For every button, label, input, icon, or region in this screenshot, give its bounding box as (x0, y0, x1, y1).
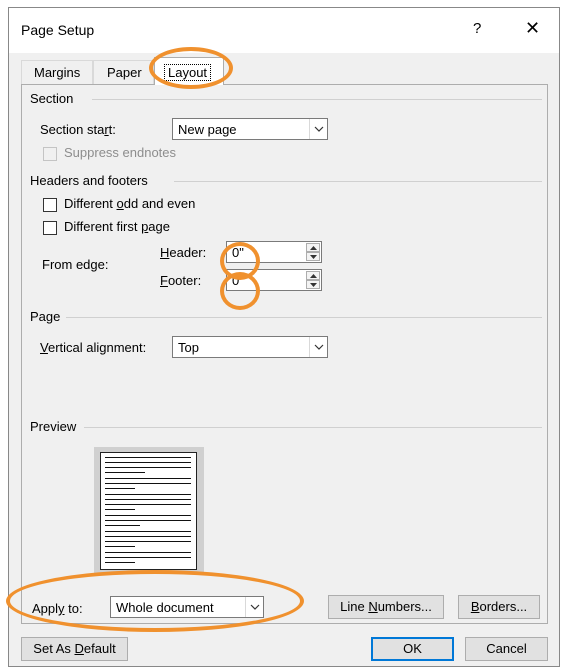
preview-line (105, 472, 145, 473)
page-group-title: Page (30, 309, 61, 324)
close-icon[interactable]: ✕ (525, 18, 540, 39)
apply-to-combo[interactable]: Whole document (110, 596, 264, 618)
help-icon[interactable]: ? (473, 20, 481, 37)
preview-line (105, 531, 191, 532)
preview-line (105, 536, 191, 537)
tab-layout[interactable]: Layout (154, 57, 224, 85)
section-divider (92, 99, 542, 100)
vertical-alignment-combo[interactable]: Top (172, 336, 328, 358)
preview-line (105, 509, 135, 510)
cancel-button[interactable]: Cancel (465, 637, 548, 661)
dialog-title: Page Setup (21, 22, 95, 38)
tab-paper[interactable]: Paper (93, 60, 154, 84)
different-odd-even-checkbox[interactable] (43, 198, 57, 212)
preview-line (105, 520, 191, 521)
preview-line (105, 457, 191, 458)
tab-layout-label: Layout (164, 64, 212, 81)
preview-line (105, 483, 191, 484)
different-odd-even-label: Different odd and even (64, 196, 196, 211)
section-group-title: Section (30, 91, 74, 106)
preview-line (105, 504, 191, 505)
preview-line (105, 478, 191, 479)
section-start-value: New page (178, 122, 237, 137)
header-distance-spinner[interactable]: 0" (226, 241, 322, 263)
preview-line (105, 499, 191, 500)
apply-to-label: Apply to: (32, 601, 83, 616)
headers-footers-divider (174, 181, 542, 182)
page-divider (66, 317, 542, 318)
suppress-endnotes-label: Suppress endnotes (64, 145, 177, 160)
triangle-down-icon[interactable] (306, 280, 320, 289)
preview-divider (84, 427, 542, 428)
preview-line (105, 494, 191, 495)
tab-margins[interactable]: Margins (21, 60, 93, 84)
preview-line (105, 488, 135, 489)
footer-distance-spinner[interactable]: 0" (226, 269, 322, 291)
footer-distance-value: 0" (232, 273, 244, 288)
chevron-down-icon[interactable] (309, 119, 327, 139)
triangle-up-icon[interactable] (306, 271, 320, 280)
footer-label: Footer: (160, 273, 202, 288)
section-start-label: Section start: (40, 122, 116, 137)
preview-line (105, 546, 135, 547)
vertical-alignment-value: Top (178, 340, 199, 355)
header-distance-value: 0" (232, 245, 244, 260)
line-numbers-button[interactable]: Line Numbers... (328, 595, 444, 619)
page-setup-dialog: Page Setup ? ✕ Margins Paper Layout Sect… (8, 7, 560, 667)
page-preview (94, 447, 204, 574)
triangle-up-icon[interactable] (306, 243, 320, 252)
apply-to-value: Whole document (116, 600, 214, 615)
preview-line (105, 557, 191, 558)
preview-page (100, 452, 197, 570)
different-first-page-label: Different first page (64, 219, 170, 234)
preview-line (105, 525, 140, 526)
tab-paper-label: Paper (107, 65, 142, 80)
preview-line (105, 562, 135, 563)
borders-button[interactable]: Borders... (458, 595, 540, 619)
preview-line (105, 552, 191, 553)
triangle-down-icon[interactable] (306, 252, 320, 261)
header-label: Header: (160, 245, 207, 260)
section-start-combo[interactable]: New page (172, 118, 328, 140)
chevron-down-icon[interactable] (309, 337, 327, 357)
set-as-default-button[interactable]: Set As Default (21, 637, 128, 661)
different-first-page-checkbox[interactable] (43, 221, 57, 235)
ok-button[interactable]: OK (371, 637, 454, 661)
tab-margins-label: Margins (34, 65, 81, 80)
preview-line (105, 462, 191, 463)
preview-line (105, 467, 191, 468)
vertical-alignment-label: Vertical alignment: (40, 340, 147, 355)
suppress-endnotes-checkbox[interactable] (43, 147, 57, 161)
from-edge-label: From edge: (42, 257, 109, 272)
preview-group-title: Preview (30, 419, 77, 434)
headers-footers-group-title: Headers and footers (30, 173, 148, 188)
title-bar: Page Setup ? ✕ (9, 8, 559, 53)
preview-line (105, 515, 191, 516)
layout-panel: Section Section start: New page Suppress… (21, 84, 548, 624)
chevron-down-icon[interactable] (245, 597, 263, 617)
preview-line (105, 541, 191, 542)
